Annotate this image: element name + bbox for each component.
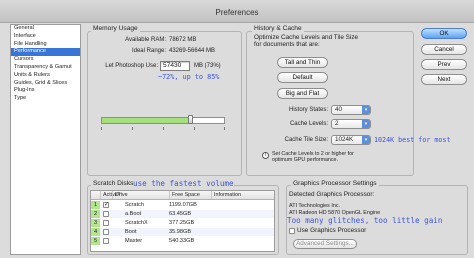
memory-annotation: ~72%, up to 85% <box>158 73 220 81</box>
scratch-table-header: Active? Drive Free Space Information <box>91 191 274 200</box>
default-button[interactable]: Default <box>277 72 328 83</box>
active-checkbox-checked[interactable]: ✓ <box>103 202 109 208</box>
graphics-processor-title: Graphics Processor Settings <box>291 180 379 187</box>
cache-tile-size-value: 1024K <box>335 136 354 143</box>
history-states-select[interactable]: 40 ▾ <box>331 105 371 115</box>
slider-tick <box>224 127 225 130</box>
free-space: 1199.07GB <box>169 202 197 208</box>
cache-levels-select[interactable]: 2 ▾ <box>331 119 371 129</box>
scratch-annotation: use the fastest volume <box>133 179 234 188</box>
cancel-button[interactable]: Cancel <box>421 44 467 55</box>
history-cache-description: Optimize Cache Levels and Tile Size for … <box>254 34 359 49</box>
ok-button[interactable]: OK <box>421 28 467 39</box>
history-states-label: History States: <box>288 107 328 113</box>
info-icon: i <box>262 152 269 159</box>
free-space: 63.45GB <box>169 211 192 217</box>
advanced-settings-button[interactable]: Advanced Settings... <box>293 239 357 249</box>
cache-tile-size-select[interactable]: 1024K ▾ <box>331 135 371 145</box>
tall-and-thin-button[interactable]: Tall and Thin <box>277 57 328 68</box>
use-gpu-checkbox[interactable] <box>289 228 295 234</box>
memory-amount-input[interactable]: 57430 <box>160 61 190 71</box>
slider-tick <box>163 127 164 130</box>
row-number: 4 <box>91 228 100 236</box>
row-number: 3 <box>91 219 100 227</box>
sidebar-item-file-handling[interactable]: File Handling <box>11 41 80 49</box>
cache-tile-size-label: Cache Tile Size: <box>284 137 328 143</box>
memory-slider-track[interactable] <box>101 117 225 124</box>
active-checkbox[interactable] <box>103 238 109 244</box>
col-active[interactable]: Active? <box>100 191 121 199</box>
sidebar-item-units-rulers[interactable]: Units & Rulers <box>11 72 80 80</box>
ideal-range-label: Ideal Range: <box>131 48 166 54</box>
memory-slider-knob[interactable] <box>188 115 193 124</box>
table-row[interactable]: 5 Master 540.33GB <box>91 237 274 245</box>
prev-button[interactable]: Prev <box>421 59 467 70</box>
drive-name: a.Boot <box>125 211 142 217</box>
tile-size-annotation: 1024K best for most <box>374 136 451 144</box>
sidebar: General Interface File Handling Performa… <box>10 24 81 255</box>
memory-unit-label: MB (73%) <box>194 63 221 69</box>
sidebar-item-type[interactable]: Type <box>11 95 80 103</box>
sidebar-item-plug-ins[interactable]: Plug-Ins <box>11 87 80 95</box>
memory-slider-fill <box>102 118 191 123</box>
available-ram-value: 78672 MB <box>169 37 197 43</box>
window-title: Preferences <box>215 8 259 17</box>
active-checkbox[interactable] <box>103 220 109 226</box>
scratch-disk-table: Active? Drive Free Space Information 1 ✓… <box>90 190 275 252</box>
drive-name: Scratch <box>125 202 144 208</box>
col-free-space[interactable]: Free Space <box>169 191 209 199</box>
col-drive[interactable]: Drive <box>112 191 144 199</box>
table-row[interactable]: 2 a.Boot 63.45GB <box>91 210 274 218</box>
cache-levels-label: Cache Levels: <box>289 121 328 127</box>
history-cache-title: History & Cache <box>252 25 304 32</box>
detected-gpu-label: Detected Graphics Processor: <box>289 191 375 198</box>
sidebar-item-performance[interactable]: Performance <box>11 48 80 57</box>
history-states-value: 40 <box>335 106 343 113</box>
big-and-flat-button[interactable]: Big and Flat <box>277 88 328 99</box>
row-number: 1 <box>91 201 100 209</box>
gpu-vendor: ATI Technologies Inc. <box>289 203 341 209</box>
sidebar-item-interface[interactable]: Interface <box>11 33 80 41</box>
active-checkbox[interactable] <box>103 229 109 235</box>
chevron-down-icon: ▾ <box>362 106 370 114</box>
use-gpu-label: Use Graphics Processor <box>297 227 367 234</box>
cache-info-text: Set Cache Levels to 2 or higher for opti… <box>272 151 354 164</box>
drive-name: Boot <box>125 229 137 235</box>
free-space: 35.98GB <box>169 229 192 235</box>
gpu-annotation: Too many glitches, too little gain <box>287 216 443 225</box>
cache-levels-value: 2 <box>335 120 339 127</box>
chevron-down-icon: ▾ <box>362 136 370 144</box>
sidebar-item-general[interactable]: General <box>11 25 80 33</box>
row-number: 2 <box>91 210 100 218</box>
sidebar-item-cursors[interactable]: Cursors <box>11 56 80 64</box>
slider-tick <box>194 127 195 130</box>
free-space: 377.25GB <box>169 220 195 226</box>
scratch-disks-title: Scratch Disks <box>91 180 136 187</box>
drive-name: Master <box>125 238 143 244</box>
memory-usage-title: Memory Usage <box>91 25 140 32</box>
available-ram-label: Available RAM: <box>125 37 166 43</box>
sidebar-item-guides-grid-slices[interactable]: Guides, Grid & Slices <box>11 80 80 88</box>
slider-tick <box>101 127 102 130</box>
next-button[interactable]: Next <box>421 74 467 85</box>
chevron-down-icon: ▾ <box>362 120 370 128</box>
table-row[interactable]: 1 ✓ Scratch 1199.07GB <box>91 201 274 209</box>
slider-tick <box>132 127 133 130</box>
title-bar: Preferences <box>0 0 474 23</box>
sidebar-item-transparency-gamut[interactable]: Transparency & Gamut <box>11 64 80 72</box>
free-space: 540.33GB <box>169 238 195 244</box>
row-number: 5 <box>91 237 100 245</box>
active-checkbox[interactable] <box>103 211 109 217</box>
drive-name: ScratchX <box>125 220 148 226</box>
col-information[interactable]: Information <box>211 191 251 199</box>
table-row[interactable]: 3 ScratchX 377.25GB <box>91 219 274 227</box>
let-photoshop-use-label: Let Photoshop Use: <box>105 63 158 69</box>
table-row[interactable]: 4 Boot 35.98GB <box>91 228 274 236</box>
ideal-range-value: 43269-56644 MB <box>169 48 216 54</box>
